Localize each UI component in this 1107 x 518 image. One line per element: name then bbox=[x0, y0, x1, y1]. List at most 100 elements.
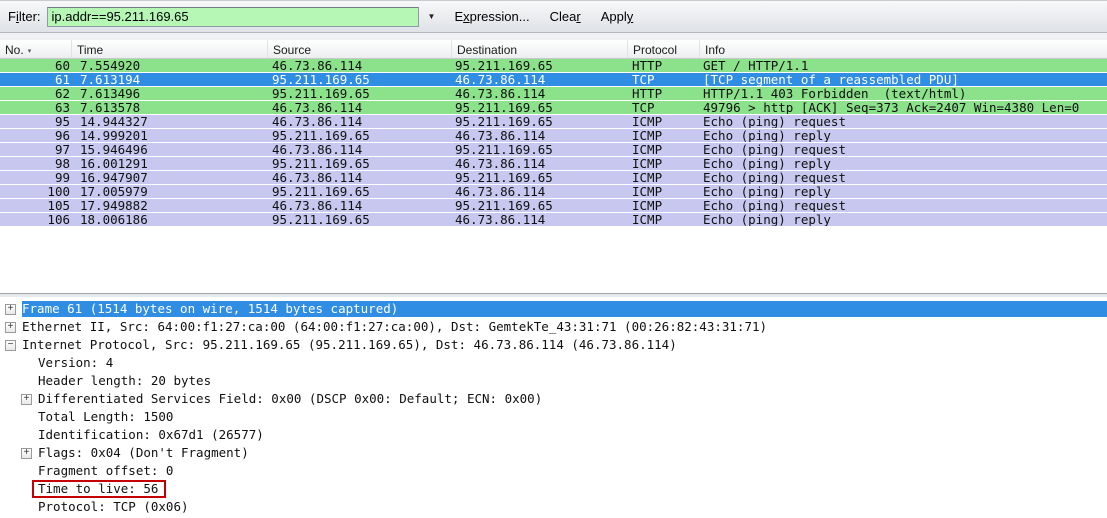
detail-row[interactable]: + Frame 61 (1514 bytes on wire, 1514 byt… bbox=[0, 300, 1107, 318]
cell-no: 99 bbox=[0, 171, 70, 184]
cell-source: 95.211.169.65 bbox=[272, 157, 370, 170]
cell-info: Echo (ping) request bbox=[703, 199, 1107, 212]
cell-time: 14.999201 bbox=[80, 129, 148, 142]
cell-protocol: ICMP bbox=[632, 213, 662, 226]
expression-button[interactable]: Expression... bbox=[448, 5, 535, 28]
detail-row[interactable]: − Internet Protocol, Src: 95.211.169.65 … bbox=[0, 336, 1107, 354]
detail-row[interactable]: Time to live: 56 bbox=[0, 480, 1107, 498]
detail-row[interactable]: Version: 4 bbox=[0, 354, 1107, 372]
packet-list: 60 7.554920 46.73.86.114 95.211.169.65 H… bbox=[0, 59, 1107, 293]
cell-destination: 95.211.169.65 bbox=[455, 101, 553, 114]
packet-row[interactable]: 61 7.613194 95.211.169.65 46.73.86.114 T… bbox=[0, 73, 1107, 87]
expander-icon[interactable]: + bbox=[21, 448, 32, 459]
column-header-time[interactable]: Time bbox=[72, 40, 268, 58]
cell-no: 106 bbox=[0, 213, 70, 226]
detail-text: Differentiated Services Field: 0x00 (DSC… bbox=[38, 391, 542, 407]
cell-time: 7.554920 bbox=[80, 59, 140, 72]
detail-text: Version: 4 bbox=[38, 355, 113, 371]
filter-label: Filter: bbox=[8, 9, 41, 24]
detail-row[interactable]: Identification: 0x67d1 (26577) bbox=[0, 426, 1107, 444]
cell-destination: 95.211.169.65 bbox=[455, 171, 553, 184]
toolbar-gap bbox=[0, 33, 1107, 40]
cell-info: 49796 > http [ACK] Seq=373 Ack=2407 Win=… bbox=[703, 101, 1107, 114]
cell-source: 46.73.86.114 bbox=[272, 171, 362, 184]
packet-row[interactable]: 106 18.006186 95.211.169.65 46.73.86.114… bbox=[0, 213, 1107, 227]
detail-text: Header length: 20 bytes bbox=[38, 373, 211, 389]
detail-row[interactable]: Total Length: 1500 bbox=[0, 408, 1107, 426]
cell-info: Echo (ping) reply bbox=[703, 129, 1107, 142]
detail-row[interactable]: Fragment offset: 0 bbox=[0, 462, 1107, 480]
cell-time: 15.946496 bbox=[80, 143, 148, 156]
packet-row[interactable]: 97 15.946496 46.73.86.114 95.211.169.65 … bbox=[0, 143, 1107, 157]
packet-row[interactable]: 62 7.613496 95.211.169.65 46.73.86.114 H… bbox=[0, 87, 1107, 101]
detail-text: Protocol: TCP (0x06) bbox=[38, 499, 189, 515]
cell-info: Echo (ping) reply bbox=[703, 213, 1107, 226]
cell-source: 95.211.169.65 bbox=[272, 213, 370, 226]
cell-destination: 46.73.86.114 bbox=[455, 73, 545, 86]
cell-source: 46.73.86.114 bbox=[272, 143, 362, 156]
cell-time: 7.613194 bbox=[80, 73, 140, 86]
detail-text: Ethernet II, Src: 64:00:f1:27:ca:00 (64:… bbox=[22, 319, 767, 335]
detail-row[interactable]: + Differentiated Services Field: 0x00 (D… bbox=[0, 390, 1107, 408]
packet-row[interactable]: 96 14.999201 95.211.169.65 46.73.86.114 … bbox=[0, 129, 1107, 143]
cell-time: 7.613496 bbox=[80, 87, 140, 100]
cell-source: 95.211.169.65 bbox=[272, 87, 370, 100]
column-header-destination[interactable]: Destination bbox=[452, 40, 628, 58]
cell-time: 17.949882 bbox=[80, 199, 148, 212]
packet-detail-pane: + Frame 61 (1514 bytes on wire, 1514 byt… bbox=[0, 298, 1107, 518]
packet-row[interactable]: 105 17.949882 46.73.86.114 95.211.169.65… bbox=[0, 199, 1107, 213]
detail-row[interactable]: Protocol: TCP (0x06) bbox=[0, 498, 1107, 516]
packet-row[interactable]: 100 17.005979 95.211.169.65 46.73.86.114… bbox=[0, 185, 1107, 199]
cell-source: 46.73.86.114 bbox=[272, 59, 362, 72]
cell-protocol: ICMP bbox=[632, 185, 662, 198]
cell-destination: 95.211.169.65 bbox=[455, 59, 553, 72]
filter-dropdown-button[interactable]: ▼ bbox=[423, 8, 441, 25]
cell-source: 95.211.169.65 bbox=[272, 185, 370, 198]
cell-no: 98 bbox=[0, 157, 70, 170]
clear-button[interactable]: Clear bbox=[544, 5, 587, 28]
cell-time: 16.001291 bbox=[80, 157, 148, 170]
cell-info: [TCP segment of a reassembled PDU] bbox=[703, 73, 1107, 86]
cell-protocol: ICMP bbox=[632, 143, 662, 156]
packet-row[interactable]: 98 16.001291 95.211.169.65 46.73.86.114 … bbox=[0, 157, 1107, 171]
detail-text: Frame 61 (1514 bytes on wire, 1514 bytes… bbox=[22, 301, 1107, 317]
column-header-no[interactable]: No. ▾ bbox=[0, 40, 72, 58]
packet-row[interactable]: 95 14.944327 46.73.86.114 95.211.169.65 … bbox=[0, 115, 1107, 129]
cell-no: 95 bbox=[0, 115, 70, 128]
cell-no: 60 bbox=[0, 59, 70, 72]
cell-no: 63 bbox=[0, 101, 70, 114]
detail-text: Time to live: 56 bbox=[32, 480, 166, 498]
cell-time: 18.006186 bbox=[80, 213, 148, 226]
cell-destination: 95.211.169.65 bbox=[455, 199, 553, 212]
apply-button[interactable]: Apply bbox=[595, 5, 640, 28]
packet-list-header: No. ▾ Time Source Destination Protocol I… bbox=[0, 40, 1107, 59]
detail-text: Identification: 0x67d1 (26577) bbox=[38, 427, 264, 443]
cell-destination: 46.73.86.114 bbox=[455, 213, 545, 226]
cell-no: 105 bbox=[0, 199, 70, 212]
filter-input[interactable] bbox=[47, 7, 419, 27]
detail-row[interactable]: + Ethernet II, Src: 64:00:f1:27:ca:00 (6… bbox=[0, 318, 1107, 336]
detail-text: Internet Protocol, Src: 95.211.169.65 (9… bbox=[22, 337, 677, 353]
expander-icon[interactable]: − bbox=[5, 340, 16, 351]
expander-icon[interactable]: + bbox=[5, 322, 16, 333]
cell-protocol: ICMP bbox=[632, 115, 662, 128]
cell-protocol: ICMP bbox=[632, 171, 662, 184]
cell-protocol: TCP bbox=[632, 101, 655, 114]
cell-destination: 46.73.86.114 bbox=[455, 129, 545, 142]
packet-row[interactable]: 99 16.947907 46.73.86.114 95.211.169.65 … bbox=[0, 171, 1107, 185]
expander-icon[interactable]: + bbox=[5, 304, 16, 315]
column-header-info[interactable]: Info bbox=[700, 40, 1107, 58]
cell-source: 46.73.86.114 bbox=[272, 101, 362, 114]
cell-protocol: ICMP bbox=[632, 199, 662, 212]
detail-row[interactable]: Header length: 20 bytes bbox=[0, 372, 1107, 390]
cell-source: 95.211.169.65 bbox=[272, 73, 370, 86]
cell-protocol: HTTP bbox=[632, 87, 662, 100]
filter-toolbar: Filter: ▼ Expression... Clear Apply bbox=[0, 0, 1107, 33]
detail-row[interactable]: + Flags: 0x04 (Don't Fragment) bbox=[0, 444, 1107, 462]
column-header-source[interactable]: Source bbox=[268, 40, 452, 58]
column-header-protocol[interactable]: Protocol bbox=[628, 40, 700, 58]
packet-row[interactable]: 60 7.554920 46.73.86.114 95.211.169.65 H… bbox=[0, 59, 1107, 73]
packet-row[interactable]: 63 7.613578 46.73.86.114 95.211.169.65 T… bbox=[0, 101, 1107, 115]
expander-icon[interactable]: + bbox=[21, 394, 32, 405]
cell-source: 46.73.86.114 bbox=[272, 199, 362, 212]
